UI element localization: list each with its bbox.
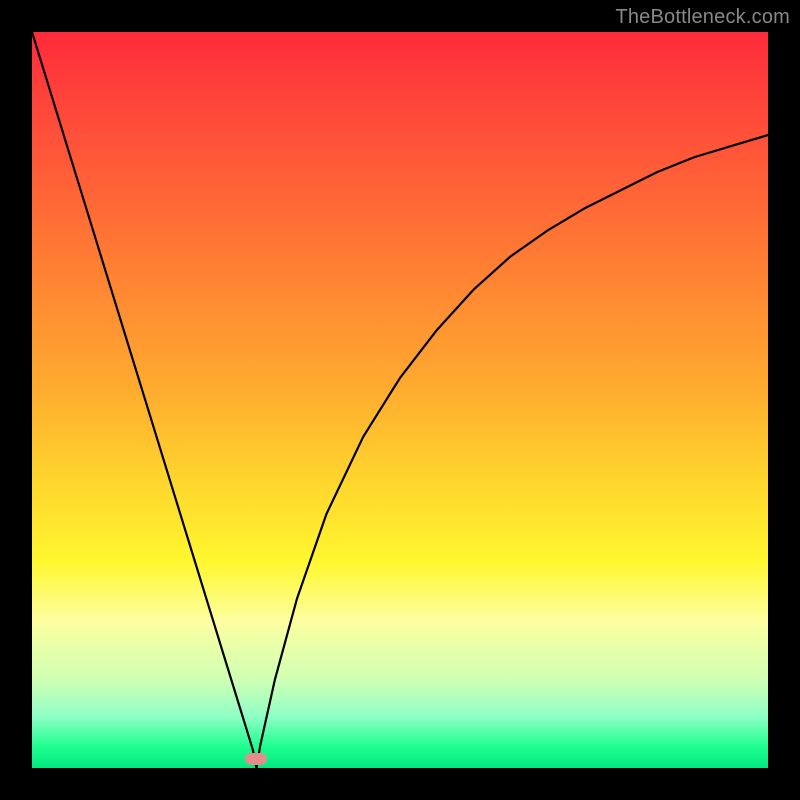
optimal-point-marker (245, 753, 267, 765)
plot-area (32, 32, 768, 768)
watermark-text: TheBottleneck.com (615, 6, 790, 29)
chart-frame: TheBottleneck.com (0, 0, 800, 800)
bottleneck-curve (32, 32, 768, 768)
